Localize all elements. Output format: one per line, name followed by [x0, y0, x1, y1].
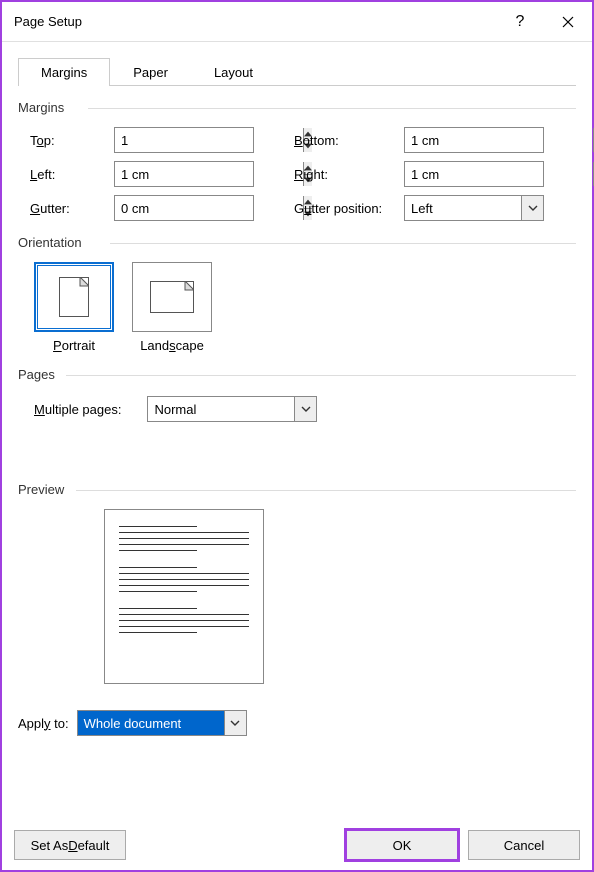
top-spinner[interactable] [114, 127, 254, 153]
right-spinner[interactable] [404, 161, 544, 187]
tab-margins[interactable]: Margins [18, 58, 110, 86]
bottom-input[interactable] [405, 128, 593, 152]
bottom-spinner[interactable] [404, 127, 544, 153]
help-button[interactable]: ? [496, 2, 544, 42]
multiple-pages-combo[interactable]: Normal [147, 396, 317, 422]
left-label: Left: [30, 167, 114, 182]
window-title: Page Setup [14, 14, 496, 29]
gutter-spinner[interactable] [114, 195, 254, 221]
left-input[interactable] [115, 162, 303, 186]
chevron-down-icon [294, 397, 316, 421]
ok-button[interactable]: OK [346, 830, 458, 860]
chevron-down-icon [224, 711, 246, 735]
preview-page [104, 509, 264, 684]
margins-section-label: Margins [18, 100, 576, 115]
tab-layout[interactable]: Layout [191, 58, 276, 86]
bottom-label: Bottom: [294, 133, 404, 148]
top-label: Top: [30, 133, 114, 148]
close-button[interactable] [544, 2, 592, 42]
tab-paper[interactable]: Paper [110, 58, 191, 86]
pages-section-label: Pages [18, 367, 576, 382]
gutter-label: Gutter: [30, 201, 114, 216]
tabs: Margins Paper Layout [18, 58, 576, 86]
page-setup-dialog: Page Setup ? Margins Paper Layout Margin… [0, 0, 594, 872]
landscape-icon [150, 281, 194, 313]
gutterpos-label: Gutter position: [294, 201, 404, 216]
left-spinner[interactable] [114, 161, 254, 187]
orientation-landscape[interactable]: Landscape [132, 262, 212, 353]
close-icon [562, 16, 574, 28]
preview-section-label: Preview [18, 482, 576, 497]
titlebar: Page Setup ? [2, 2, 592, 42]
right-input[interactable] [405, 162, 593, 186]
orientation-portrait[interactable]: Portrait [34, 262, 114, 353]
gutterpos-combo[interactable]: Left [404, 195, 544, 221]
gutterpos-value: Left [405, 201, 521, 216]
apply-to-label: Apply to: [18, 716, 69, 731]
orientation-section-label: Orientation [18, 235, 576, 250]
multiple-pages-value: Normal [148, 402, 294, 417]
apply-to-combo[interactable]: Whole document [77, 710, 247, 736]
right-label: Right: [294, 167, 404, 182]
cancel-button[interactable]: Cancel [468, 830, 580, 860]
portrait-icon [59, 277, 89, 317]
gutter-input[interactable] [115, 196, 303, 220]
chevron-down-icon [521, 196, 543, 220]
set-default-button[interactable]: Set As Default [14, 830, 126, 860]
apply-to-value: Whole document [78, 711, 224, 735]
top-input[interactable] [115, 128, 303, 152]
multiple-pages-label: Multiple pages: [34, 402, 121, 417]
